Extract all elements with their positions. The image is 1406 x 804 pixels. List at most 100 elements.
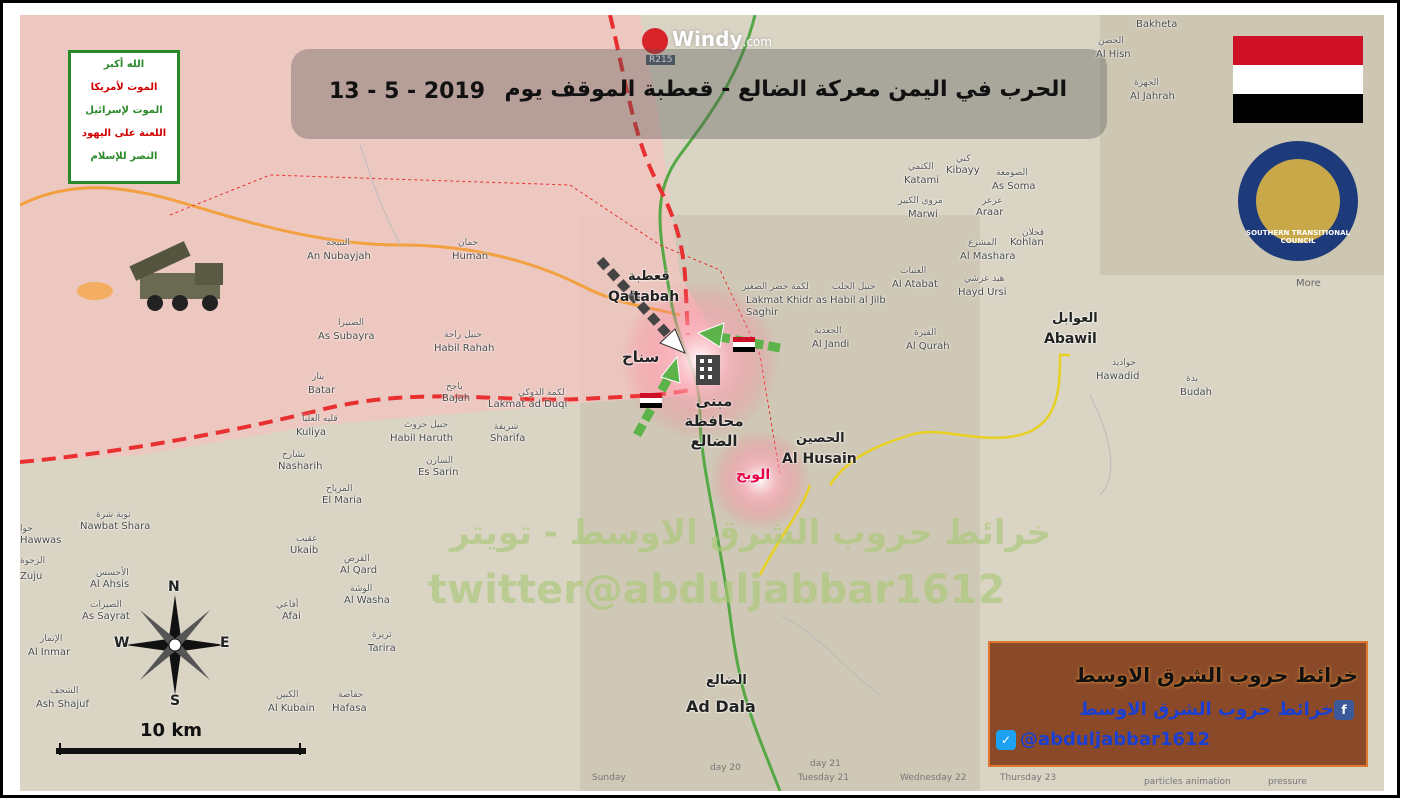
place-ar: حبيل حروث <box>404 420 449 430</box>
map-canvas[interactable]: Windy.com R215 الحرب في اليمن معركة الضا… <box>20 15 1384 791</box>
compass-e: E <box>220 635 230 651</box>
place-ar: القرض <box>344 554 370 564</box>
place-en: Hawadid <box>1096 371 1140 382</box>
place-en: Habil al Jilb <box>830 295 886 306</box>
place-en: Human <box>452 251 489 262</box>
place-en: Al Qurah <box>906 341 950 352</box>
place-en: Kibayy <box>946 165 980 176</box>
title-date: 13 - 5 - 2019 <box>329 79 486 104</box>
place-en: Ash Shajuf <box>36 699 90 710</box>
place-en: Al Washa <box>344 595 390 606</box>
watermark-arabic: خرائط حروب الشرق الاوسط - تويتر <box>450 513 1052 553</box>
timeline-day[interactable]: Wednesday 22 <box>900 773 966 783</box>
place-ar: عقيب <box>296 534 318 544</box>
windy-timeline[interactable]: Sunday day 20 Tuesday 21 Wednesday 22 Th… <box>20 757 1384 791</box>
facebook-icon: f <box>1334 700 1354 720</box>
place-en: Nasharih <box>278 461 323 472</box>
place-ar: باجح <box>446 382 463 392</box>
place-en: Sharifa <box>490 433 526 444</box>
place-en: As Subayra <box>318 331 375 342</box>
more-link[interactable]: More <box>1296 278 1321 289</box>
place-ar: بتار <box>312 372 325 382</box>
flag-marker-east <box>733 337 755 352</box>
place-ar: عرعر <box>982 196 1003 206</box>
place-en-major: Al Husain <box>782 451 857 467</box>
timeline-day[interactable]: Tuesday 21 <box>798 773 849 783</box>
stc-emblem: SOUTHERN TRANSITIONAL COUNCIL <box>1238 141 1358 261</box>
title-banner: الحرب في اليمن معركة الضالع - قعطبة المو… <box>291 49 1107 139</box>
timeline-day[interactable]: day 21 <box>810 759 841 769</box>
place-ar: الجعدية <box>814 326 842 336</box>
place-ar: لكمة خضر الصغير <box>742 282 809 292</box>
place-en: Kohlan <box>1010 237 1044 248</box>
place-ar: حواديد <box>1112 358 1136 368</box>
place-en: Al Atabat <box>892 279 938 290</box>
brand-facebook[interactable]: fخرائط حروب الشرق الاوسط <box>1079 699 1358 720</box>
place-ar: نوبة شرة <box>96 510 131 520</box>
place-ar: الزجوة <box>20 556 46 566</box>
place-ar: تريرة <box>372 630 392 640</box>
place-ar-major: قعطبة <box>628 269 670 284</box>
place-en: As Soma <box>992 181 1036 192</box>
place-en: Tarira <box>368 643 396 654</box>
label-wabh: الوبح <box>736 467 771 483</box>
watermark-twitter: twitter@abduljabbar1612 <box>428 567 1006 613</box>
place-ar: المرياح <box>326 484 353 494</box>
place-en: Habil Rahah <box>434 343 495 354</box>
place-en: An Nubayjah <box>307 251 371 262</box>
brand-twitter[interactable]: ✓ @abduljabbar1612 <box>996 729 1210 750</box>
place-en: Al Ahsis <box>90 579 130 590</box>
place-ar: الوشة <box>350 584 373 594</box>
place-en: Budah <box>1180 387 1213 398</box>
place-ar: النبيجة <box>326 238 351 248</box>
timeline-day[interactable]: Thursday 23 <box>1000 773 1056 783</box>
place-en: Al Hisn <box>1096 49 1131 60</box>
flag-marker-south <box>640 393 662 408</box>
place-ar: القيرة <box>914 328 937 338</box>
compass-n: N <box>168 579 180 595</box>
timeline-day[interactable]: Sunday <box>592 773 626 783</box>
place-ar: الصبيرا <box>338 318 364 328</box>
place-ar: الكبين <box>276 690 299 700</box>
place-en: Al Mashara <box>960 251 1016 262</box>
place-ar: شريفة <box>494 422 519 432</box>
particles-toggle[interactable]: particles animation <box>1144 777 1231 787</box>
place-ar-major: الضالع <box>706 673 747 688</box>
scale-bar <box>56 748 306 754</box>
compass-rose-icon <box>125 595 225 695</box>
place-ar: نشارح <box>282 450 306 460</box>
place-ar: السارن <box>426 456 453 466</box>
place-ar: الجهرة <box>1134 78 1159 88</box>
place-ar: هيد عرشي <box>964 274 1005 284</box>
place-ar: كبي <box>956 154 971 164</box>
place-en: Al Jandi <box>812 339 850 350</box>
place-en: Afai <box>282 611 301 622</box>
place-en: Al Qard <box>340 565 378 576</box>
place-en: Habil Haruth <box>390 433 454 444</box>
place-ar-major: الحصين <box>796 431 845 446</box>
place-ar: بدة <box>1186 374 1198 384</box>
place-ar: الإنمار <box>40 634 63 644</box>
place-en: Al Kubain <box>268 703 315 714</box>
label-sinah: سناح <box>622 348 660 366</box>
pressure-toggle[interactable]: pressure <box>1268 777 1307 787</box>
brand-title: خرائط حروب الشرق الاوسط <box>1074 663 1358 687</box>
building-icon <box>696 355 720 385</box>
place-ar: مروي الكبير <box>898 196 943 206</box>
place-en: Batar <box>308 385 336 396</box>
place-ar: العتبات <box>900 266 927 276</box>
place-en: Zuju <box>20 571 43 582</box>
place-ar: أفاعي <box>276 600 299 610</box>
place-en: Bajah <box>442 393 471 404</box>
scale-label: 10 km <box>140 720 203 741</box>
place-ar: حفاصة <box>338 690 364 700</box>
place-ar: لكمة الدوكي <box>518 388 565 398</box>
place-ar: الكتمي <box>908 162 934 172</box>
place-en: Bakheta <box>1136 19 1178 30</box>
brand-box: خرائط حروب الشرق الاوسط fخرائط حروب الشر… <box>988 641 1368 767</box>
timeline-day[interactable]: day 20 <box>710 763 741 773</box>
place-en: Ukaib <box>290 545 319 556</box>
place-ar: حبيل الجلب <box>832 282 876 292</box>
place-en: Hafasa <box>332 703 367 714</box>
place-ar: الصيرات <box>90 600 122 610</box>
